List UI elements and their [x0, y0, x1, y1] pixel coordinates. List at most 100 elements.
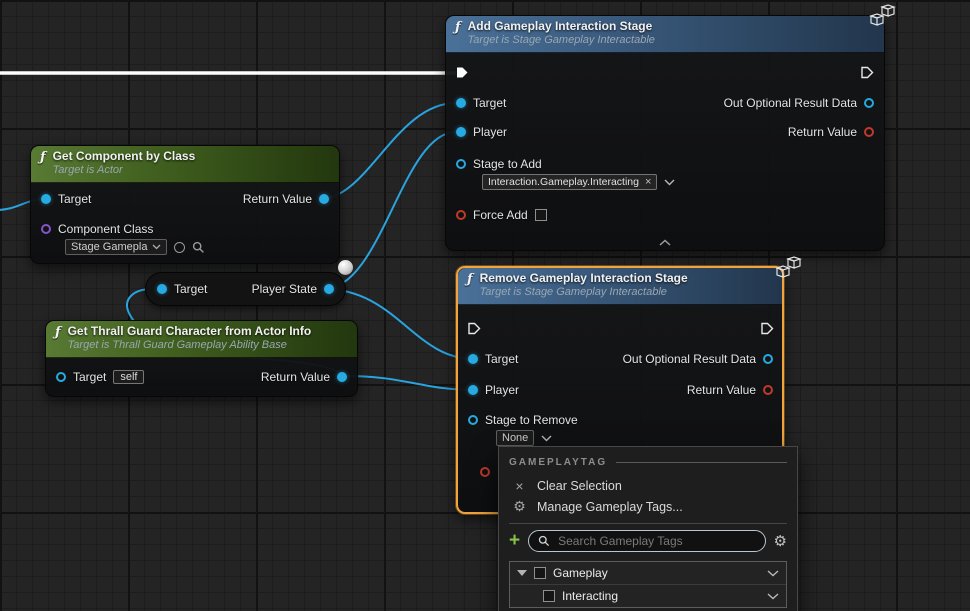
target-row: Target — [468, 351, 518, 367]
node-subtitle: Target is Stage Gameplay Interactable — [468, 34, 655, 47]
return-value-pin[interactable] — [864, 127, 874, 137]
data-wire-component-to-add-target[interactable] — [320, 103, 456, 199]
pin-label: Force Add — [473, 208, 528, 222]
pin-label: Target — [473, 96, 506, 110]
collapse-chevron-icon[interactable] — [658, 239, 672, 246]
tree-row-gameplay[interactable]: Gameplay — [510, 562, 786, 585]
target-pin[interactable] — [157, 284, 167, 294]
tag-tree: Gameplay Interacting — [509, 561, 787, 608]
self-value-field[interactable]: self — [113, 370, 144, 384]
return-row: Return Value — [687, 382, 773, 398]
browse-search-icon[interactable] — [192, 241, 205, 254]
pin-label: Out Optional Result Data — [724, 96, 857, 110]
tag-chip-label: Interaction.Gameplay.Interacting — [488, 176, 639, 188]
tag-search-input[interactable] — [556, 533, 755, 549]
tree-row-label: Interacting — [562, 589, 618, 603]
exec-out-row — [761, 320, 774, 336]
settings-gear-icon[interactable]: ⚙ — [774, 532, 787, 550]
pin-label: Target — [174, 282, 207, 296]
return-value-pin[interactable] — [763, 385, 773, 395]
return-value-pin[interactable] — [337, 372, 347, 382]
force-add-pin[interactable] — [456, 210, 466, 220]
node-title: Remove Gameplay Interaction Stage — [480, 271, 688, 286]
stage-select-dropdown[interactable]: None — [496, 430, 534, 446]
class-select-value: Stage Gamepla — [71, 241, 147, 253]
stage-to-add-pin[interactable] — [456, 159, 466, 169]
chevron-down-icon[interactable] — [541, 435, 552, 442]
menu-item-label: Manage Gameplay Tags... — [537, 500, 683, 514]
player-state-pin[interactable] — [324, 284, 334, 294]
pin-label: Player — [473, 125, 507, 139]
out-optional-result-data-pin[interactable] — [763, 354, 773, 364]
return-row: Return Value — [243, 191, 329, 207]
out-optional-result-data-pin[interactable] — [864, 98, 874, 108]
tag-search-box[interactable] — [528, 530, 765, 552]
target-pin[interactable] — [56, 372, 66, 382]
menu-section-label: GAMEPLAYTAG — [509, 457, 607, 468]
return-value-pin[interactable] — [319, 194, 329, 204]
tree-row-interacting[interactable]: Interacting — [510, 585, 786, 607]
force-add-checkbox[interactable] — [535, 209, 547, 221]
target-row: Target — [456, 95, 506, 111]
player-pin[interactable] — [468, 385, 478, 395]
target-row: Target — [41, 191, 91, 207]
force-remove-pin[interactable] — [480, 467, 490, 477]
function-cube-icon — [866, 4, 898, 37]
divider — [616, 462, 787, 463]
return-row: Return Value — [788, 124, 874, 140]
node-subtitle: Target is Thrall Guard Gameplay Ability … — [68, 339, 312, 352]
stage-to-remove-pin[interactable] — [468, 415, 478, 425]
node-header: ƒ Get Component by Class Target is Actor — [31, 146, 339, 183]
menu-item-label: Clear Selection — [537, 479, 622, 493]
manage-gameplay-tags-item[interactable]: ⚙ Manage Gameplay Tags... — [509, 496, 787, 517]
component-class-pin[interactable] — [41, 224, 51, 234]
node-player-state[interactable]: Target Player State — [145, 272, 346, 306]
chevron-down-icon[interactable] — [767, 570, 779, 577]
target-pin[interactable] — [41, 194, 51, 204]
node-subtitle: Target is Stage Gameplay Interactable — [480, 286, 688, 299]
exec-in-pin[interactable] — [456, 66, 469, 79]
menu-section-header: GAMEPLAYTAG — [509, 457, 787, 468]
search-icon — [538, 535, 550, 547]
node-get-component-by-class[interactable]: ƒ Get Component by Class Target is Actor… — [30, 145, 340, 264]
blueprint-graph[interactable]: ƒ Add Gameplay Interaction Stage Target … — [0, 0, 970, 611]
gameplay-tag-chip[interactable]: Interaction.Gameplay.Interacting × — [482, 174, 657, 190]
stage-to-remove-row: Stage to Remove — [468, 412, 578, 428]
exec-in-pin[interactable] — [468, 322, 481, 335]
node-add-gameplay-interaction-stage[interactable]: ƒ Add Gameplay Interaction Stage Target … — [445, 15, 885, 251]
add-tag-plus-icon[interactable]: + — [509, 533, 520, 549]
use-selected-asset-icon[interactable] — [174, 242, 185, 253]
exec-out-pin[interactable] — [761, 322, 774, 335]
exec-out-row — [861, 64, 874, 80]
tag-chip-remove-icon[interactable]: × — [645, 177, 651, 187]
stage-to-add-row: Stage to Add — [456, 156, 542, 172]
player-pin[interactable] — [456, 127, 466, 137]
interacting-checkbox[interactable] — [543, 590, 555, 602]
out-data-row: Out Optional Result Data — [724, 95, 874, 111]
gameplay-tag-menu[interactable]: GAMEPLAYTAG × Clear Selection ⚙ Manage G… — [498, 446, 798, 611]
close-icon: × — [512, 478, 527, 494]
function-icon: ƒ — [455, 20, 461, 35]
target-pin[interactable] — [468, 354, 478, 364]
stage-select-value: None — [502, 432, 528, 444]
data-wire-thrall-to-remove-player[interactable] — [347, 376, 474, 390]
function-icon: ƒ — [40, 150, 46, 165]
exec-in-row — [468, 320, 481, 336]
clear-selection-item[interactable]: × Clear Selection — [509, 475, 787, 496]
force-remove-row — [480, 464, 490, 480]
pin-label: Out Optional Result Data — [623, 352, 756, 366]
node-get-thrall-guard-character[interactable]: ƒ Get Thrall Guard Character from Actor … — [45, 320, 358, 397]
gameplay-checkbox[interactable] — [534, 567, 546, 579]
pin-label: Return Value — [243, 192, 312, 206]
exec-out-pin[interactable] — [861, 66, 874, 79]
expander-icon[interactable] — [517, 570, 527, 576]
node-header: ƒ Get Thrall Guard Character from Actor … — [46, 321, 357, 358]
pin-label: Target — [485, 352, 518, 366]
target-pin[interactable] — [456, 98, 466, 108]
pin-label: Return Value — [687, 383, 756, 397]
component-class-row: Component Class — [41, 221, 153, 237]
chevron-down-icon[interactable] — [767, 593, 779, 600]
node-title: Get Component by Class — [53, 149, 196, 164]
chevron-down-icon[interactable] — [664, 179, 675, 186]
class-select-dropdown[interactable]: Stage Gamepla — [65, 239, 167, 255]
